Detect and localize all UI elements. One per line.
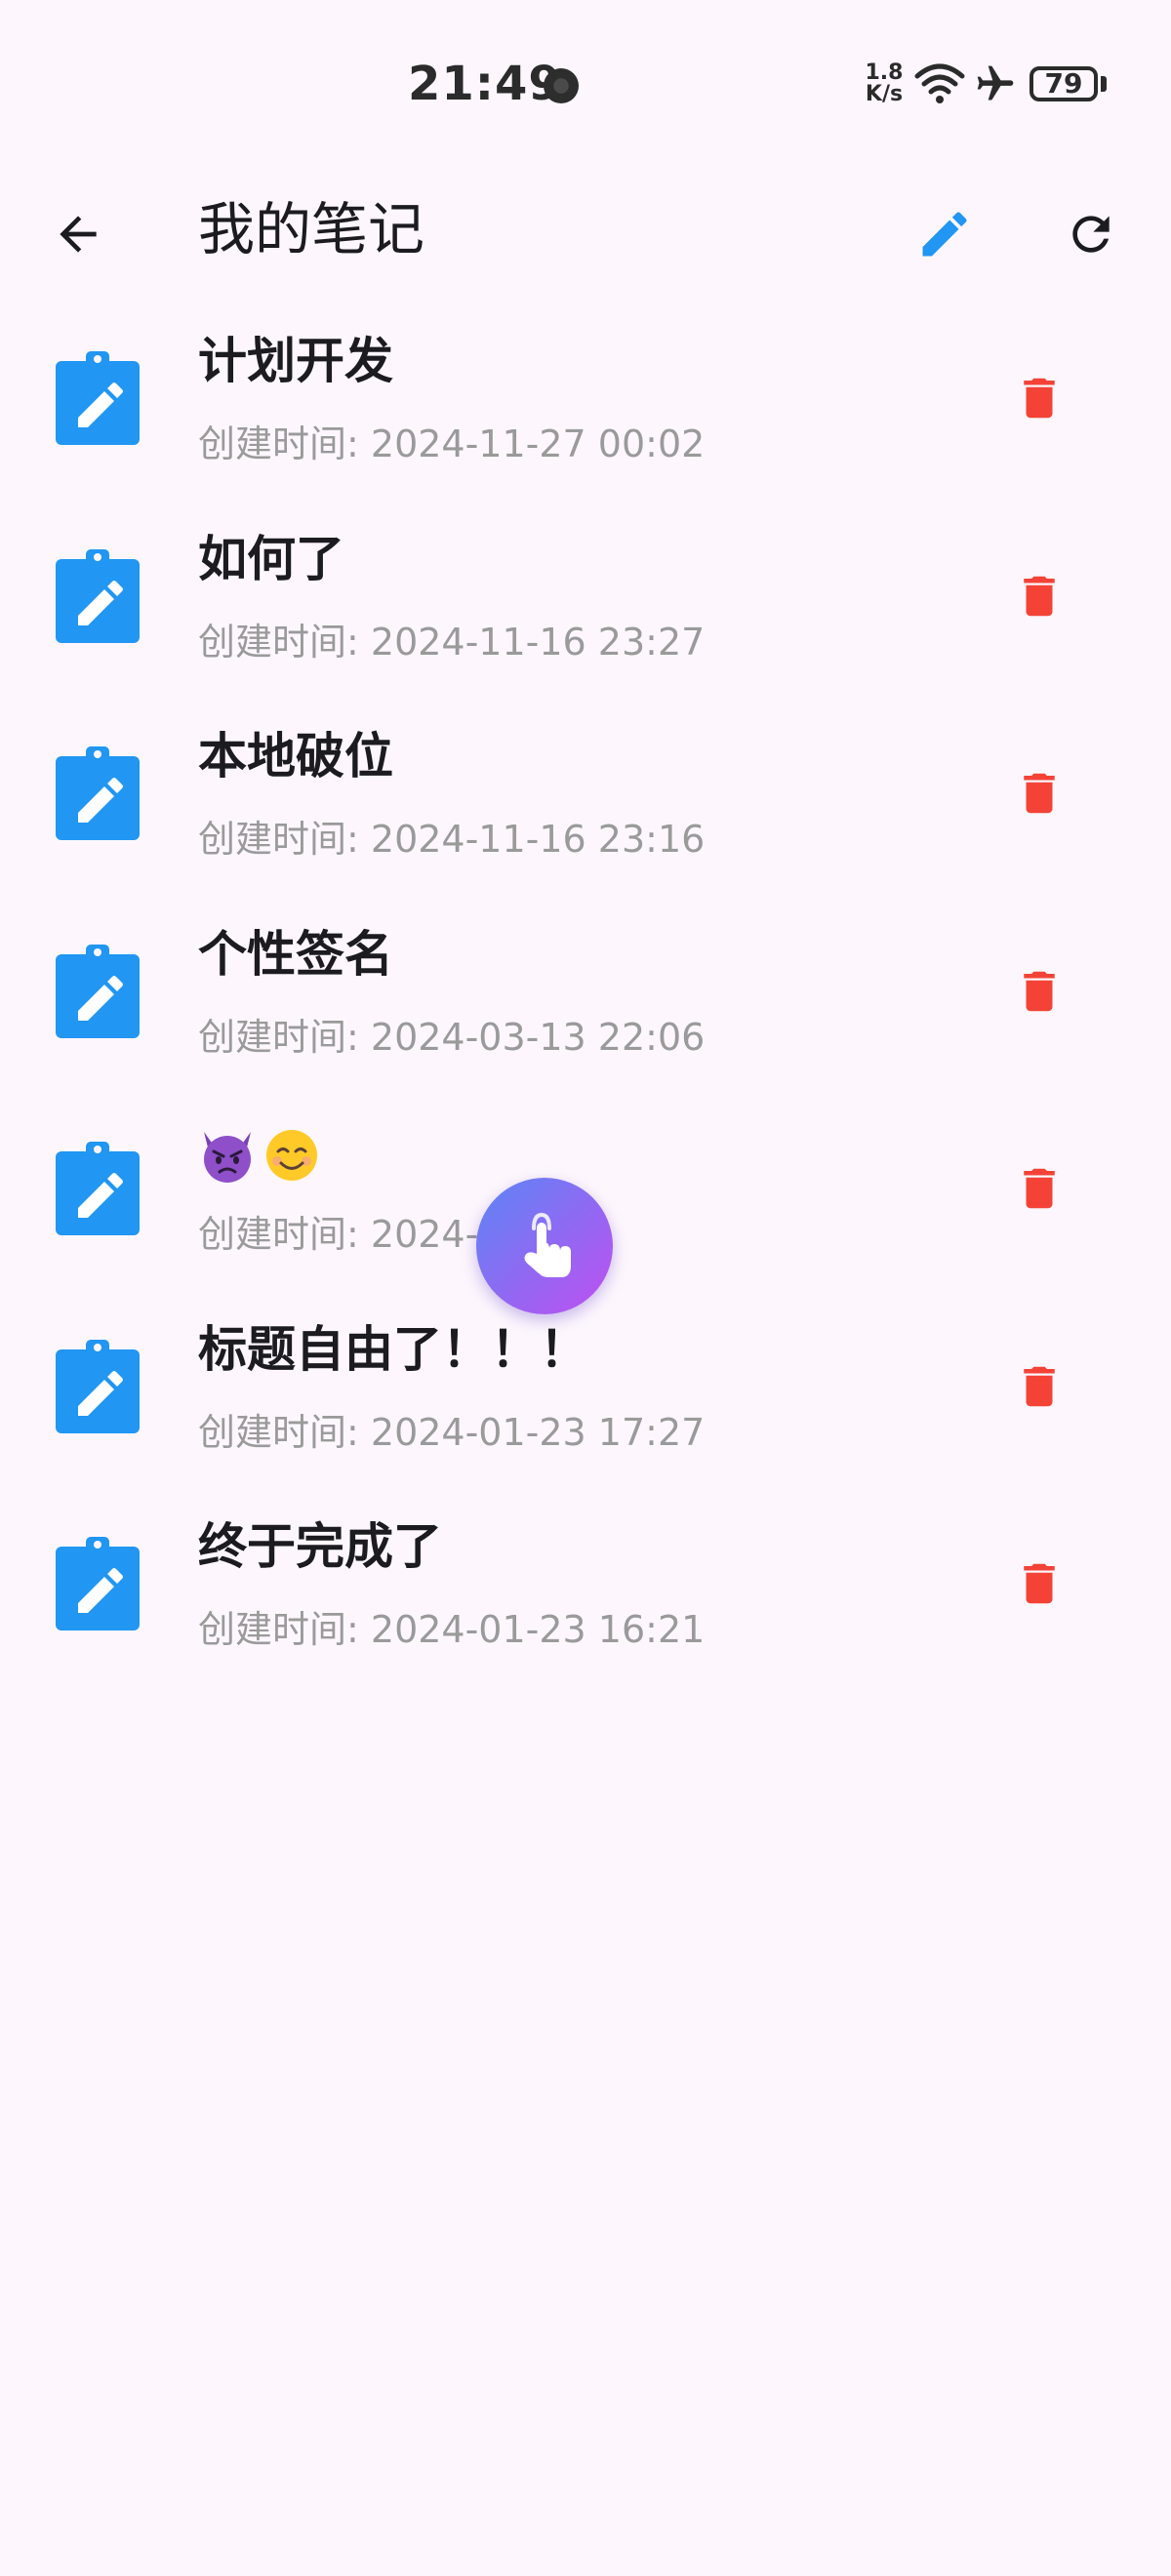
list-item[interactable]: 计划开发 创建时间: 2024-11-27 00:02	[0, 310, 1171, 508]
pencil-icon	[922, 212, 967, 257]
camera-dot-icon	[544, 68, 579, 103]
created-time-value: 2024-11-27 00:02	[370, 423, 706, 465]
floating-assistive-button[interactable]	[476, 1178, 613, 1314]
note-title-emojis	[198, 1120, 327, 1185]
note-created-time: 创建时间: 2024-01-23 17:27	[198, 1408, 705, 1457]
new-note-button[interactable]	[906, 195, 984, 273]
status-bar: 21:49 1.8 K/s 79	[0, 0, 1171, 171]
status-time: 21:49	[408, 57, 562, 111]
note-clipboard-icon	[56, 1339, 140, 1433]
created-time-label: 创建时间:	[198, 1213, 371, 1256]
delete-note-button[interactable]	[1005, 759, 1073, 827]
trash-icon	[1024, 378, 1055, 419]
list-item[interactable]: 个性签名 创建时间: 2024-03-13 22:06	[0, 904, 1171, 1102]
refresh-button[interactable]	[1052, 195, 1130, 273]
created-time-value: 2024-03-13 22:06	[370, 1015, 706, 1059]
note-created-time: 创建时间: 2024-03-13 22:06	[198, 1013, 705, 1062]
note-clipboard-icon	[56, 1142, 140, 1235]
delete-note-button[interactable]	[1005, 1154, 1073, 1223]
smiling-face-emoji	[266, 1129, 317, 1181]
app-bar: 我的笔记	[0, 171, 1171, 298]
list-item[interactable]: 标题自由了！！！ 创建时间: 2024-01-23 17:27	[0, 1299, 1171, 1497]
battery-icon: 79	[1030, 66, 1098, 101]
note-title: 终于完成了	[198, 1518, 442, 1575]
created-time-label: 创建时间:	[198, 1015, 371, 1059]
note-title: 本地破位	[198, 728, 393, 785]
list-item[interactable]: 如何了 创建时间: 2024-11-16 23:27	[0, 508, 1171, 706]
note-title: 个性签名	[198, 925, 393, 983]
trash-icon	[1024, 1563, 1055, 1604]
airplane-mode-icon	[977, 65, 1014, 101]
trash-icon	[1024, 971, 1055, 1011]
created-time-label: 创建时间:	[198, 423, 371, 465]
delete-note-button[interactable]	[1005, 562, 1073, 630]
touch-hand-icon	[524, 1212, 571, 1277]
note-created-time: 创建时间: 2024-11-16 23:27	[198, 618, 705, 666]
created-time-label: 创建时间:	[198, 1608, 371, 1651]
network-speed: 1.8 K/s	[863, 62, 906, 105]
created-time-label: 创建时间:	[198, 818, 371, 861]
note-created-time: 创建时间: 2024-01-23 16:21	[198, 1605, 705, 1654]
created-time-value: 2024-11-16 23:16	[370, 818, 706, 861]
list-item[interactable]: 终于完成了 创建时间: 2024-01-23 16:21	[0, 1496, 1171, 1694]
note-title: 计划开发	[198, 333, 393, 389]
note-created-time: 创建时间: 2024-11-16 23:16	[198, 815, 705, 864]
created-time-value: 2024-01-23 17:27	[370, 1410, 706, 1454]
created-time-label: 创建时间:	[198, 1410, 371, 1454]
page-title: 我的笔记	[198, 196, 425, 262]
trash-icon	[1024, 1168, 1055, 1209]
list-item[interactable]: 本地破位 创建时间: 2024-11-16 23:16	[0, 705, 1171, 904]
refresh-icon	[1072, 216, 1110, 253]
note-clipboard-icon	[56, 1537, 140, 1630]
back-button[interactable]	[39, 195, 117, 273]
delete-note-button[interactable]	[1005, 364, 1073, 432]
note-title: 标题自由了！！！	[198, 1320, 588, 1378]
created-time-label: 创建时间:	[198, 620, 371, 664]
network-speed-unit: K/s	[865, 82, 904, 106]
delete-note-button[interactable]	[1005, 957, 1073, 1026]
network-speed-value: 1.8	[865, 60, 904, 85]
trash-icon	[1024, 1366, 1055, 1406]
created-time-value: 2024-11-16 23:27	[370, 620, 706, 664]
trash-icon	[1024, 773, 1055, 814]
trash-icon	[1024, 576, 1055, 616]
note-title: 如何了	[198, 530, 344, 587]
note-clipboard-icon	[56, 548, 140, 643]
note-clipboard-icon	[56, 351, 140, 445]
arrow-back-icon	[60, 216, 97, 253]
note-clipboard-icon	[56, 944, 140, 1038]
created-time-value: 2024-01-23 16:21	[370, 1608, 706, 1651]
delete-note-button[interactable]	[1005, 1550, 1073, 1618]
wifi-icon	[914, 63, 965, 103]
note-clipboard-icon	[56, 746, 140, 840]
note-list: 计划开发 创建时间: 2024-11-27 00:02 如何了 创建时间: 20…	[0, 310, 1171, 1694]
delete-note-button[interactable]	[1005, 1352, 1073, 1421]
note-created-time: 创建时间: 2024-11-27 00:02	[198, 420, 705, 468]
angry-devil-emoji	[204, 1131, 251, 1183]
battery-cap	[1101, 76, 1107, 92]
